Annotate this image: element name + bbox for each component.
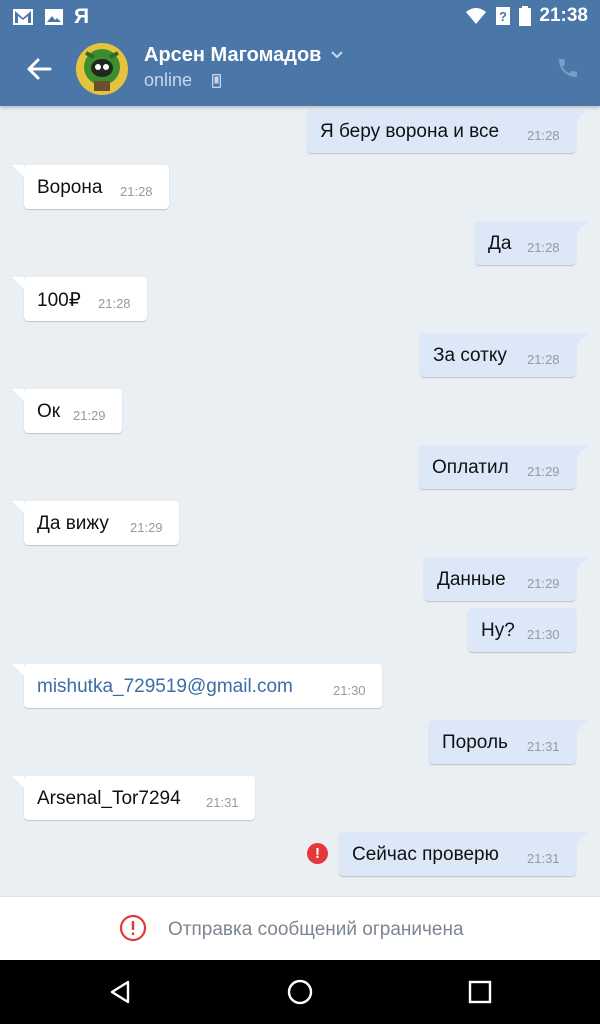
message-time: 21:29 [527,464,560,479]
back-arrow-icon[interactable] [24,54,54,84]
message-incoming[interactable]: Ворона 21:28 [12,165,169,209]
message-incoming[interactable]: mishutka_729519@gmail.com 21:30 [12,664,382,708]
bubble-tail [576,445,588,457]
chat-header: Арсен Магомадов online [0,32,600,106]
message-outgoing[interactable]: За сотку 21:28 [420,333,588,377]
message-outgoing[interactable]: Ну? 21:30 [468,608,576,652]
home-circle-icon[interactable] [286,978,314,1006]
message-time: 21:28 [527,128,560,143]
message-time: 21:31 [527,851,560,866]
signal-icon: ? [496,7,511,25]
message-text: Ну? [481,620,515,641]
message-incoming[interactable]: 100₽ 21:28 [12,277,147,321]
message-outgoing[interactable]: Да 21:28 [475,221,588,265]
system-nav-bar [0,960,600,1024]
notice-text: Отправка сообщений ограничена [168,919,464,940]
svg-text:?: ? [499,9,507,24]
message-text: Сейчас проверю [352,844,499,865]
message-text: Пороль [442,732,508,753]
message-time: 21:29 [527,576,560,591]
bubble-tail [12,501,24,513]
avatar-image [76,43,128,95]
message-incoming[interactable]: Arsenal_Tor7294 21:31 [12,776,255,820]
message-text: 100₽ [37,290,81,311]
message-time: 21:28 [120,184,153,199]
message-text: За сотку [433,345,507,366]
message-text: Ворона [37,177,103,198]
message-time: 21:28 [98,296,131,311]
message-incoming[interactable]: Да вижу 21:29 [12,501,179,545]
presence-status: online [144,70,193,90]
bubble-tail [576,557,588,569]
status-bar: Я ? 21:38 [0,0,600,32]
messaging-restricted-bar: Отправка сообщений ограничена [0,896,600,961]
status-right-icons: ? 21:38 [465,5,588,27]
message-outgoing[interactable]: Оплатил 21:29 [419,445,588,489]
phone-call-icon[interactable] [556,56,580,80]
yandex-icon: Я [74,5,90,28]
gmail-icon [13,9,33,25]
message-outgoing[interactable]: Сейчас проверю 21:31 [339,832,588,876]
message-text: Arsenal_Tor7294 [37,788,181,809]
status-time: 21:38 [539,5,588,26]
wifi-icon [466,8,487,24]
chevron-down-icon[interactable] [330,50,344,60]
bubble-tail [576,221,588,233]
avatar[interactable] [76,43,128,95]
message-text: Оплатил [432,457,509,478]
message-time: 21:30 [333,683,366,698]
message-text: Да [488,233,512,254]
bubble-tail [12,389,24,401]
message-incoming[interactable]: Ок 21:29 [12,389,122,433]
email-link[interactable]: mishutka_729519@gmail.com [37,676,293,698]
bubble-tail [576,720,588,732]
back-triangle-icon[interactable] [106,978,134,1006]
message-time: 21:29 [73,408,106,423]
message-list[interactable]: Я беру ворона и все 21:28 Ворона 21:28 Д… [0,106,600,896]
bubble-tail [12,277,24,289]
recents-square-icon[interactable] [466,978,494,1006]
bubble-tail [12,776,24,788]
bubble-tail [576,832,588,844]
message-time: 21:31 [206,795,239,810]
message-text: Я беру ворона и все [320,121,500,142]
status-left-icons: Я [12,5,89,29]
message-outgoing[interactable]: Я беру ворона и все 21:28 [307,109,588,153]
send-error-icon[interactable]: ! [307,843,328,864]
bubble-tail [576,333,588,345]
alert-circle-icon [119,914,147,942]
image-icon [45,9,63,25]
message-text: Данные [437,569,506,590]
message-outgoing[interactable]: Пороль 21:31 [429,720,588,764]
battery-icon [519,6,532,26]
bubble-tail [12,165,24,177]
bubble-tail [576,109,588,121]
message-time: 21:29 [130,520,163,535]
message-time: 21:30 [527,627,560,642]
message-outgoing[interactable]: Данные 21:29 [424,557,588,601]
mobile-icon [212,74,221,88]
message-time: 21:31 [527,739,560,754]
contact-name[interactable]: Арсен Магомадов [144,44,321,67]
message-text: Да вижу [37,513,109,534]
message-time: 21:28 [527,240,560,255]
message-time: 21:28 [527,352,560,367]
message-text: Ок [37,401,61,422]
bubble-tail [12,664,24,676]
